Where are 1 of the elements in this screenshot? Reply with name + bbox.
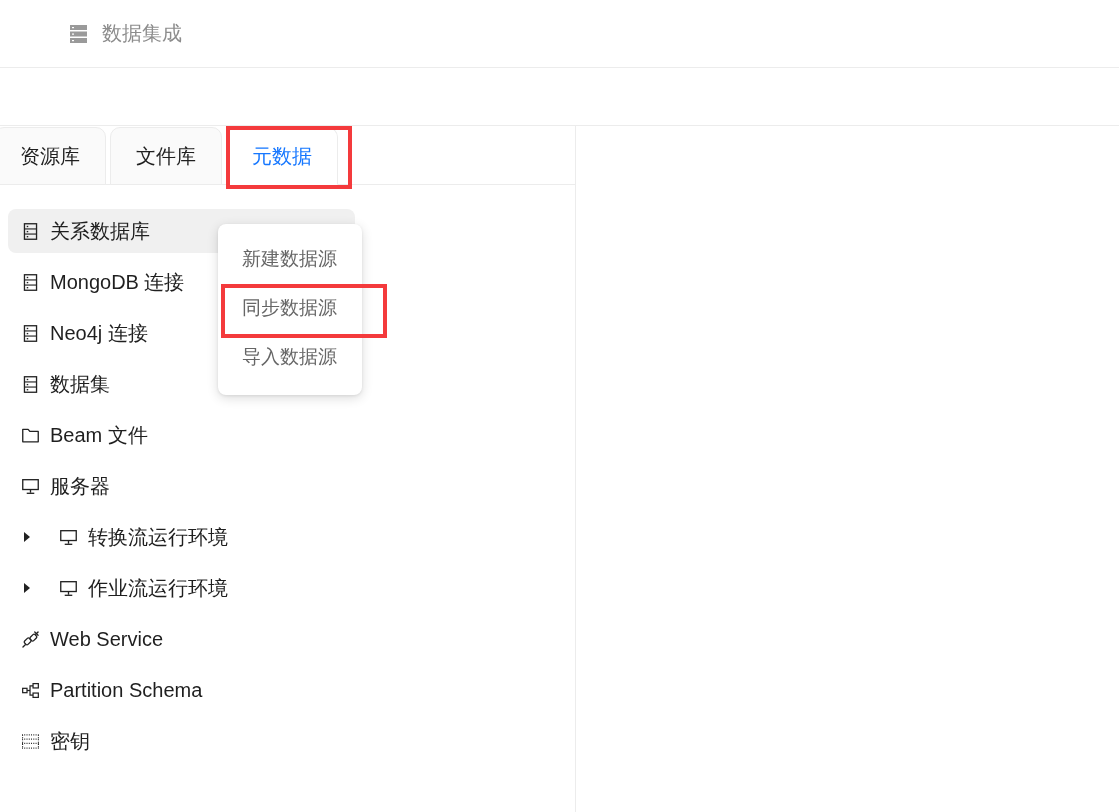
page-title: 数据集成 xyxy=(102,21,182,46)
